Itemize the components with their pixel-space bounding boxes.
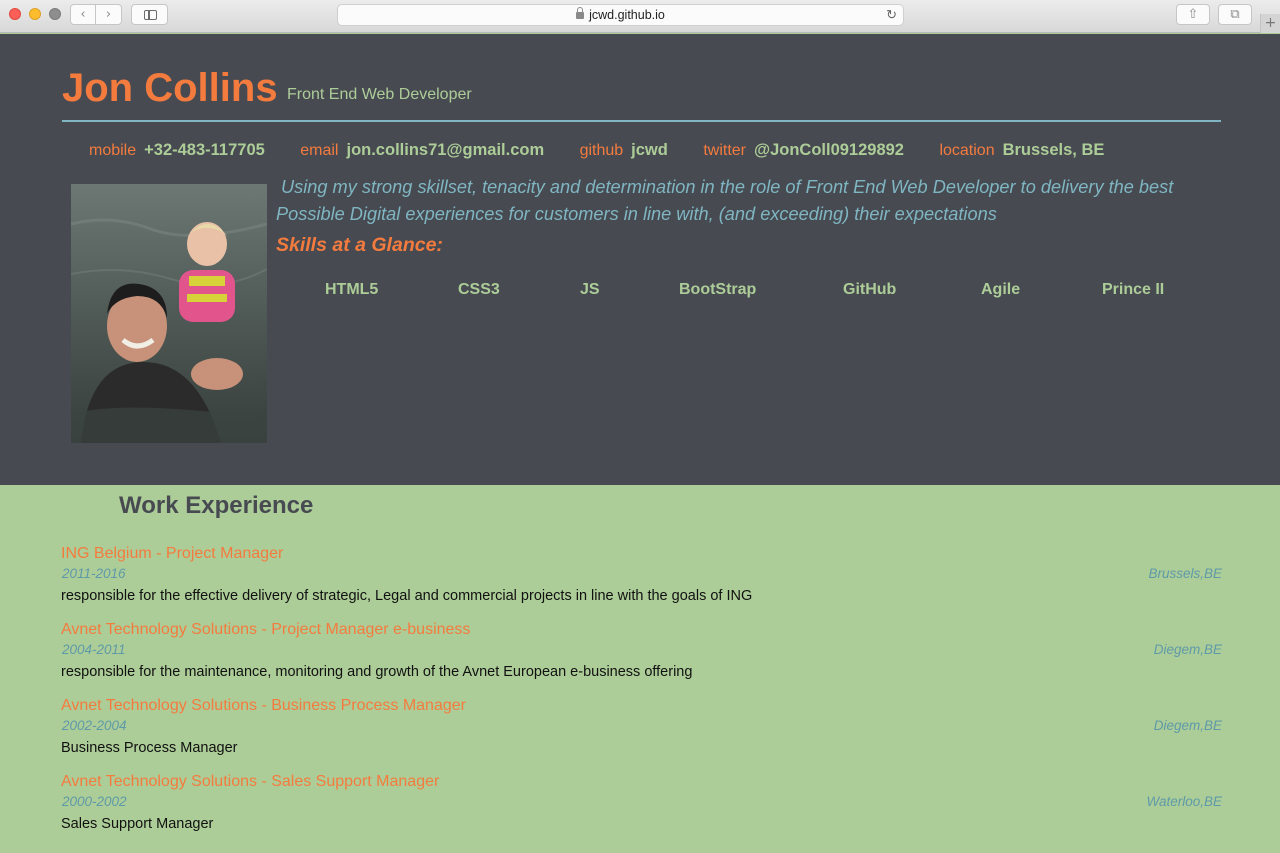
- email-link[interactable]: jon.collins71@gmail.com: [346, 141, 544, 159]
- work-experience-section: Work Experience ING Belgium - Project Ma…: [0, 485, 1280, 853]
- sidebar-icon: [144, 10, 157, 20]
- plus-icon: +: [1264, 15, 1277, 31]
- zoom-window-icon[interactable]: [49, 8, 61, 20]
- chevron-right-icon: ›: [105, 7, 112, 22]
- close-window-icon[interactable]: [9, 8, 21, 20]
- contact-label: twitter: [703, 142, 746, 159]
- share-icon: ⇧: [1187, 7, 1199, 22]
- address-bar[interactable]: jcwd.github.io ↻: [337, 4, 904, 26]
- job-location: Brussels,BE: [1148, 566, 1222, 581]
- github-link[interactable]: jcwd: [631, 141, 668, 159]
- job-role: Front End Web Developer: [287, 86, 472, 103]
- job-location: Diegem,BE: [1153, 642, 1222, 657]
- back-button[interactable]: ‹: [70, 4, 96, 25]
- skill-item: JS: [580, 281, 600, 298]
- skill-item: CSS3: [458, 281, 500, 298]
- job-description: responsible for the effective delivery o…: [61, 588, 753, 604]
- contact-label: mobile: [89, 142, 137, 159]
- skill-item: BootStrap: [679, 281, 757, 298]
- skills-heading: Skills at a Glance:: [276, 234, 443, 256]
- url-text: jcwd.github.io: [589, 8, 665, 22]
- twitter-link[interactable]: @JonColl09129892: [754, 141, 904, 159]
- skill-item: Agile: [981, 281, 1021, 298]
- job-location: Waterloo,BE: [1146, 794, 1222, 809]
- header-divider: [62, 120, 1221, 122]
- work-experience-heading: Work Experience: [119, 492, 314, 519]
- career-objective: Using my strong skillset, tenacity and d…: [276, 177, 1174, 224]
- job-title: Avnet Technology Solutions - Sales Suppo…: [61, 773, 440, 790]
- job-entry: Avnet Technology Solutions - Sales Suppo…: [61, 773, 1222, 849]
- profile-header: Jon Collins Front End Web Developer mobi…: [0, 34, 1280, 485]
- job-dates: 2004-2011: [62, 642, 126, 657]
- job-description: Business Process Manager: [61, 740, 238, 756]
- job-entry: Avnet Technology Solutions - Project Man…: [61, 621, 1222, 697]
- reload-icon[interactable]: ↻: [886, 5, 897, 25]
- contact-label: email: [300, 142, 339, 159]
- contact-bar: mobile +32-483-117705 email jon.collins71@…: [89, 141, 1135, 163]
- job-description: responsible for the maintenance, monitor…: [61, 664, 693, 680]
- contact-value: Brussels, BE: [1002, 141, 1105, 159]
- skill-item: HTML5: [325, 281, 379, 298]
- forward-button[interactable]: ›: [96, 4, 122, 25]
- skill-item: GitHub: [843, 281, 897, 298]
- share-button[interactable]: ⇧: [1176, 4, 1210, 25]
- page-title: Jon Collins: [62, 66, 278, 110]
- contact-mobile: mobile +32-483-117705: [89, 141, 265, 160]
- show-tabs-button[interactable]: ⧉: [1218, 4, 1252, 25]
- contact-twitter[interactable]: twitter @JonColl09129892: [703, 141, 904, 160]
- contact-location: location Brussels, BE: [939, 141, 1104, 160]
- job-title: Avnet Technology Solutions - Project Man…: [61, 621, 471, 638]
- sidebar-toggle-button[interactable]: [131, 4, 168, 25]
- job-dates: 2002-2004: [62, 718, 127, 733]
- job-entry: ING Belgium - Project Manager 2011-2016 …: [61, 545, 1222, 621]
- contact-github[interactable]: github jcwd: [580, 141, 668, 160]
- profile-photo: [71, 184, 267, 443]
- job-location: Diegem,BE: [1153, 718, 1222, 733]
- job-entry: Avnet Technology Solutions - Business Pr…: [61, 697, 1222, 773]
- chevron-left-icon: ‹: [80, 7, 86, 22]
- browser-toolbar: ‹ › jcwd.github.io ↻ ⇧ ⧉ +: [0, 0, 1280, 33]
- minimize-window-icon[interactable]: [29, 8, 41, 20]
- job-title: Avnet Technology Solutions - Business Pr…: [61, 697, 466, 714]
- contact-value: +32-483-117705: [144, 141, 265, 159]
- contact-email[interactable]: email jon.collins71@gmail.com: [300, 141, 544, 160]
- new-tab-button[interactable]: +: [1260, 14, 1280, 33]
- job-title: ING Belgium - Project Manager: [61, 545, 284, 562]
- job-description: Sales Support Manager: [61, 816, 214, 832]
- tabs-icon: ⧉: [1230, 7, 1240, 22]
- skill-item: Prince II: [1102, 281, 1165, 298]
- contact-label: location: [939, 142, 995, 159]
- contact-label: github: [579, 142, 624, 159]
- job-dates: 2000-2002: [62, 794, 127, 809]
- job-dates: 2011-2016: [62, 566, 126, 581]
- lock-icon: [576, 7, 585, 19]
